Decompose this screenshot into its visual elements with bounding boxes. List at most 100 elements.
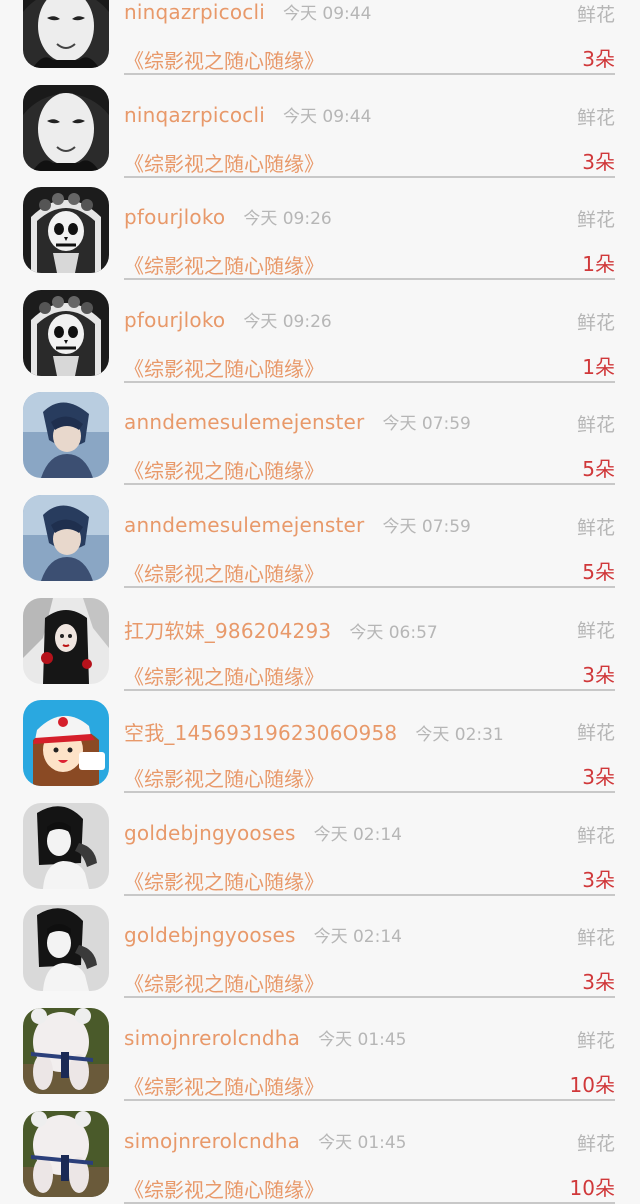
list-item[interactable]: simojnrerolcndha 今天 01:45 鲜花 《综影视之随心随缘》 … [0,997,640,1101]
skull-bride-avatar-icon [23,289,109,376]
work-title-link[interactable]: 《综影视之随心随缘》 [124,455,324,484]
username-link[interactable]: pfourjloko [124,205,225,229]
name-line: goldebjngyooses 今天 02:14 [124,922,402,950]
flower-gift-list: ninqazrpicocli 今天 09:44 鲜花 《综影视之随心随缘》 3朵… [0,0,640,1204]
name-line: pfourjloko 今天 09:26 [124,204,332,232]
avatar[interactable] [23,187,109,274]
avatar[interactable] [23,494,109,581]
avatar[interactable] [23,289,109,376]
avatar[interactable] [23,700,109,787]
flower-count: 3朵 [582,47,615,71]
bw-girl-avatar-icon [23,802,109,889]
name-line: 空我_1456931962306O958 今天 02:31 [124,717,504,745]
cartoon-girl-cap-avatar-icon [23,700,109,787]
username-link[interactable]: simojnrerolcndha [124,1026,300,1050]
skull-bride-avatar-icon [23,187,109,274]
timestamp: 今天 09:26 [243,311,332,332]
name-line: anndemesulemejenster 今天 07:59 [124,409,471,437]
gift-type-label: 鲜花 [576,722,615,745]
flower-count: 3朵 [582,867,615,892]
avatar[interactable] [23,905,109,992]
username-link[interactable]: goldebjngyooses [124,923,296,947]
username-link[interactable]: 空我_1456931962306O958 [124,717,397,746]
gift-type-label: 鲜花 [576,824,615,847]
work-title-link[interactable]: 《综影视之随心随缘》 [124,250,324,279]
timestamp: 今天 02:31 [415,725,504,746]
work-title-link[interactable]: 《综影视之随心随缘》 [124,661,324,690]
name-line: simojnrerolcndha 今天 01:45 [124,1128,407,1156]
list-item[interactable]: 空我_1456931962306O958 今天 02:31 鲜花 《综影视之随心… [0,689,640,794]
username-link[interactable]: anndemesulemejenster [124,513,364,537]
timestamp: 今天 09:26 [243,209,332,230]
white-mask-avatar-icon [23,0,109,68]
name-line: pfourjloko 今天 09:26 [124,307,332,335]
bw-girl-avatar-icon [23,905,109,992]
teddy-bear-avatar-icon [23,1110,109,1197]
timestamp: 今天 09:44 [282,4,372,24]
timestamp: 今天 02:14 [313,927,402,948]
flower-count: 3朵 [582,149,615,174]
name-line: ninqazrpicocli 今天 09:44 [124,102,371,130]
list-item[interactable]: simojnrerolcndha 今天 01:45 鲜花 《综影视之随心随缘》 … [0,1100,640,1204]
work-title-link[interactable]: 《综影视之随心随缘》 [124,353,324,382]
name-line: anndemesulemejenster 今天 07:59 [124,512,471,540]
gift-type-label: 鲜花 [576,209,615,232]
list-item[interactable]: pfourjloko 今天 09:26 鲜花 《综影视之随心随缘》 1朵 [0,176,640,281]
work-title-link[interactable]: 《综影视之随心随缘》 [124,763,324,792]
list-item[interactable]: ninqazrpicocli 今天 09:44 鲜花 《综影视之随心随缘》 3朵 [0,0,640,75]
flower-count: 3朵 [582,662,615,687]
anime-boy-avatar-icon [23,494,109,581]
avatar[interactable] [23,0,109,68]
flower-count: 3朵 [582,970,615,995]
avatar[interactable] [23,597,109,684]
work-title-link[interactable]: 《综影视之随心随缘》 [124,558,324,587]
flower-count: 1朵 [582,354,615,379]
list-item[interactable]: anndemesulemejenster 今天 07:59 鲜花 《综影视之随心… [0,381,640,486]
timestamp: 今天 02:14 [313,824,402,845]
username-link[interactable]: pfourjloko [124,308,225,332]
timestamp: 今天 06:57 [349,622,438,643]
gift-type-label: 鲜花 [576,106,615,129]
avatar[interactable] [23,1007,109,1094]
timestamp: 今天 09:44 [282,106,372,127]
list-item[interactable]: anndemesulemejenster 今天 07:59 鲜花 《综影视之随心… [0,484,640,588]
avatar[interactable] [23,84,109,171]
gift-type-label: 鲜花 [576,311,615,334]
username-link[interactable]: simojnrerolcndha [124,1129,300,1153]
username-link[interactable]: 扛刀软妹_986204293 [124,615,331,644]
work-title-link[interactable]: 《综影视之随心随缘》 [124,968,324,997]
username-link[interactable]: ninqazrpicocli [124,0,265,24]
anime-boy-avatar-icon [23,392,109,479]
work-title-link[interactable]: 《综影视之随心随缘》 [124,1174,324,1203]
flower-count: 5朵 [582,457,615,482]
avatar[interactable] [23,392,109,479]
gift-type-label: 鲜花 [576,619,615,642]
list-item[interactable]: pfourjloko 今天 09:26 鲜花 《综影视之随心随缘》 1朵 [0,279,640,383]
gift-type-label: 鲜花 [576,4,615,26]
flower-count: 10朵 [569,1072,615,1097]
name-line: 扛刀软妹_986204293 今天 06:57 [124,615,438,643]
username-link[interactable]: anndemesulemejenster [124,410,364,434]
list-item[interactable]: goldebjngyooses 今天 02:14 鲜花 《综影视之随心随缘》 3… [0,894,640,999]
avatar[interactable] [23,1110,109,1197]
gift-type-label: 鲜花 [576,516,615,539]
list-item[interactable]: ninqazrpicocli 今天 09:44 鲜花 《综影视之随心随缘》 3朵 [0,74,640,178]
name-line: goldebjngyooses 今天 02:14 [124,820,402,848]
flower-count: 10朵 [569,1175,615,1200]
work-title-link[interactable]: 《综影视之随心随缘》 [124,1071,324,1100]
flower-count: 3朵 [582,765,615,790]
timestamp: 今天 07:59 [382,516,471,537]
avatar[interactable] [23,802,109,889]
gift-type-label: 鲜花 [576,927,615,950]
work-title-link[interactable]: 《综影视之随心随缘》 [124,148,324,177]
work-title-link[interactable]: 《综影视之随心随缘》 [124,45,324,74]
name-line: ninqazrpicocli 今天 09:44 [124,0,371,27]
work-title-link[interactable]: 《综影视之随心随缘》 [124,866,324,895]
gift-type-label: 鲜花 [576,1132,615,1155]
name-line: simojnrerolcndha 今天 01:45 [124,1025,407,1053]
list-item[interactable]: 扛刀软妹_986204293 今天 06:57 鲜花 《综影视之随心随缘》 3朵 [0,587,640,691]
list-item[interactable]: goldebjngyooses 今天 02:14 鲜花 《综影视之随心随缘》 3… [0,792,640,896]
teddy-bear-avatar-icon [23,1007,109,1094]
username-link[interactable]: goldebjngyooses [124,821,296,845]
username-link[interactable]: ninqazrpicocli [124,103,265,127]
